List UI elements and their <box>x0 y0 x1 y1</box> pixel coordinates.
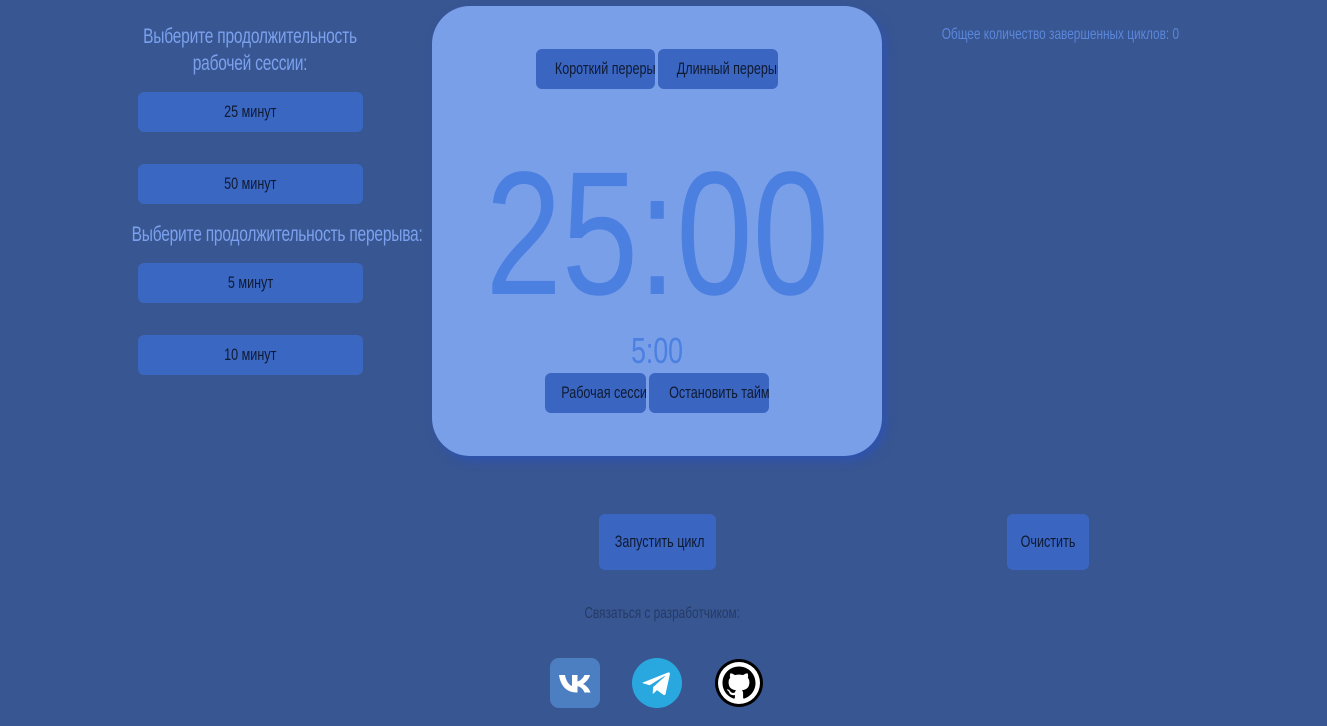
clear-button[interactable]: Очистить <box>1007 514 1089 570</box>
vk-link[interactable] <box>550 658 600 708</box>
work-duration-title: Выберите продолжительность рабочей сесси… <box>143 25 357 75</box>
github-icon <box>715 659 763 707</box>
start-cycle-button[interactable]: Запустить цикл <box>599 514 716 570</box>
work-50-minutes-button[interactable]: 50 минут <box>138 164 363 204</box>
vk-icon <box>550 658 600 708</box>
work-session-button[interactable]: Рабочая сессия <box>545 373 646 413</box>
break-5-minutes-button[interactable]: 5 минут <box>138 263 363 303</box>
timer-display: 25:00 <box>485 136 829 332</box>
break-duration-title: Выберите продолжительность перерыва: <box>131 223 423 246</box>
github-link[interactable] <box>714 658 764 708</box>
short-break-button[interactable]: Короткий перерыв <box>536 49 655 89</box>
break-10-minutes-button[interactable]: 10 минут <box>138 335 363 375</box>
long-break-button[interactable]: Длинный перерыв <box>658 49 778 89</box>
stop-timer-button[interactable]: Остановить таймер <box>649 373 769 413</box>
telegram-icon <box>632 658 682 708</box>
completed-cycles-counter: Общее количество завершенных циклов: 0 <box>941 26 1180 43</box>
contact-developer-text: Связаться с разработчиком: <box>584 605 740 622</box>
work-25-minutes-button[interactable]: 25 минут <box>138 92 363 132</box>
break-timer-display: 5:00 <box>631 330 683 371</box>
timer-card: Короткий перерыв Длинный перерыв 25:00 5… <box>432 6 882 456</box>
telegram-link[interactable] <box>632 658 682 708</box>
